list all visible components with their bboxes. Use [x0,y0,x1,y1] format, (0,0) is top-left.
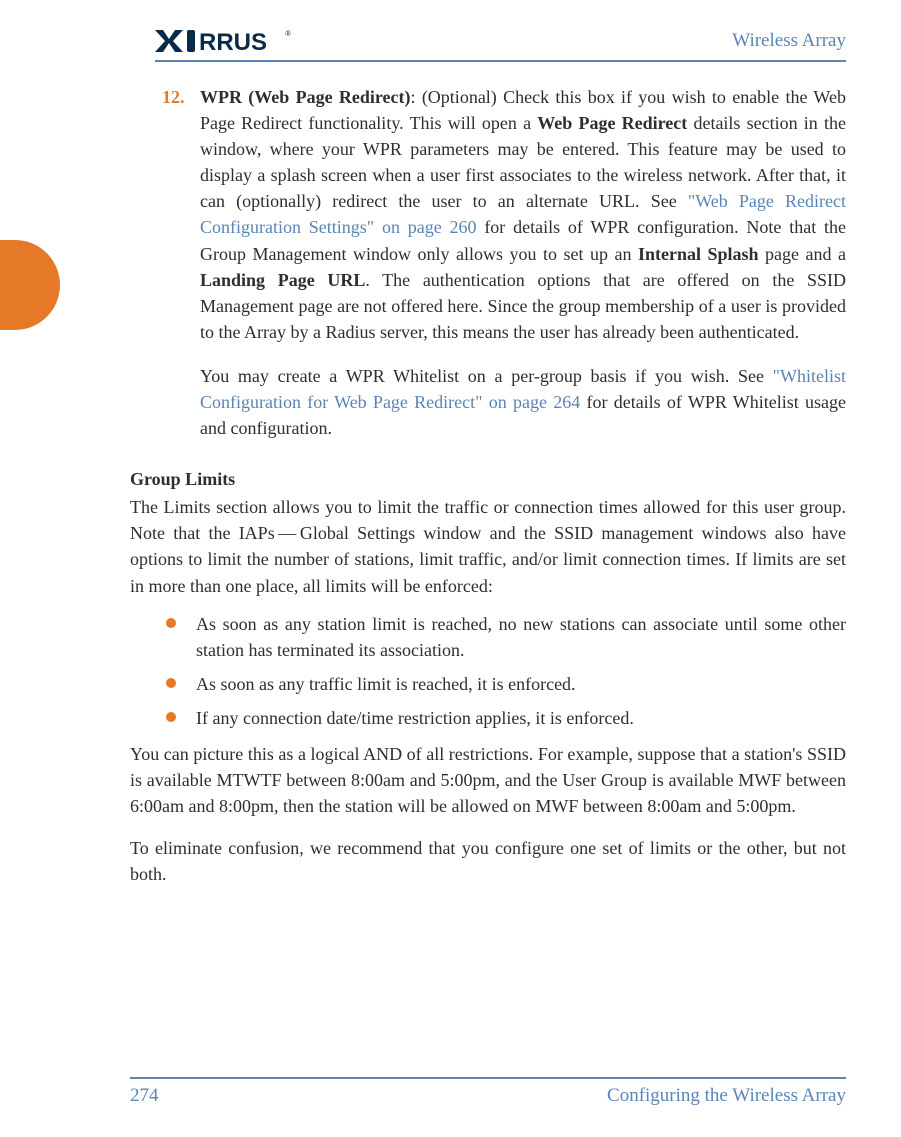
text: You may create a WPR Whitelist on a per-… [200,366,773,386]
svg-text:®: ® [285,29,291,38]
bold-text: Internal Splash [638,244,759,264]
list-item-text: If any connection date/time restriction … [196,708,634,728]
page-header: RRUS ® Wireless Array [155,28,846,62]
list-item-text: As soon as any traffic limit is reached,… [196,674,576,694]
list-item: As soon as any traffic limit is reached,… [166,671,846,697]
section-intro: The Limits section allows you to limit t… [130,494,846,598]
list-item: As soon as any station limit is reached,… [166,611,846,663]
list-item: If any connection date/time restriction … [166,705,846,731]
list-item-text: As soon as any station limit is reached,… [196,614,846,660]
text: page and a [759,244,846,264]
footer-section-title: Configuring the Wireless Array [607,1085,846,1107]
bold-text: Landing Page URL [200,270,365,290]
bullet-list: As soon as any station limit is reached,… [166,611,846,731]
logo: RRUS ® [155,28,295,54]
paragraph: To eliminate confusion, we recommend tha… [130,835,846,887]
numbered-item: 12. WPR (Web Page Redirect): (Optional) … [200,84,846,441]
content: 12. WPR (Web Page Redirect): (Optional) … [130,62,846,887]
bold-text: Web Page Redirect [537,113,687,133]
header-title: Wireless Array [732,30,846,52]
paragraph: You can picture this as a logical AND of… [130,741,846,819]
page: RRUS ® Wireless Array 12. WPR (Web Page … [0,0,901,1137]
svg-text:RRUS: RRUS [199,29,267,54]
xirrus-logo-icon: RRUS ® [155,28,295,54]
item-title: WPR (Web Page Redirect) [200,87,411,107]
section-heading: Group Limits [130,469,846,490]
page-number: 274 [130,1085,159,1107]
item-number: 12. [162,84,185,110]
page-footer: 274 Configuring the Wireless Array [130,1077,846,1107]
section-tab [0,240,60,330]
item-paragraph: You may create a WPR Whitelist on a per-… [200,363,846,441]
